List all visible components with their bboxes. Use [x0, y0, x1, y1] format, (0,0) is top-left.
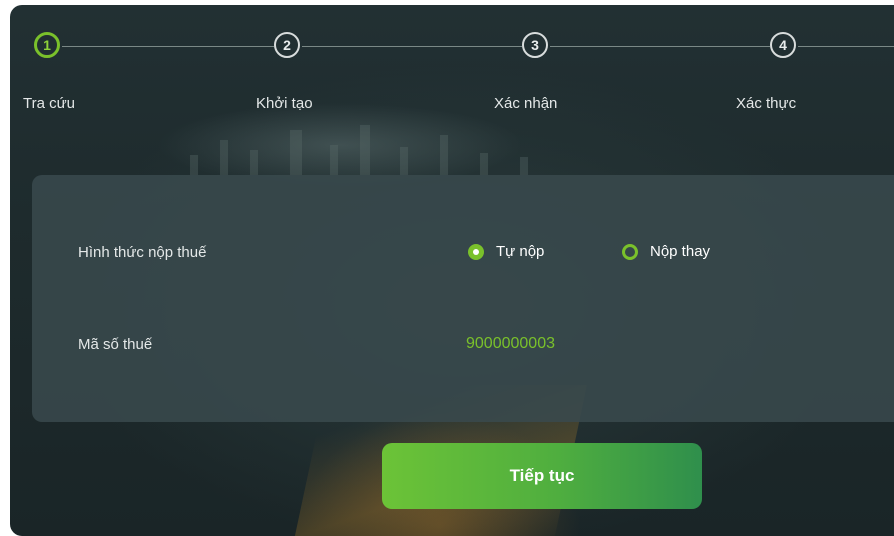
- app-frame: 1 2 3 4 Tra cứu Khởi tạo Xác nhận Xác th…: [10, 5, 894, 536]
- step-connector: [798, 46, 894, 47]
- step-connector: [302, 46, 522, 47]
- radio-pay-on-behalf-label: Nộp thay: [650, 243, 711, 260]
- tax-code-label: Mã số thuế: [78, 336, 153, 353]
- step-4-label: Xác thực: [736, 95, 797, 112]
- step-2-indicator: 2: [274, 32, 300, 58]
- step-2-label: Khởi tạo: [256, 95, 313, 112]
- step-3-indicator: 3: [522, 32, 548, 58]
- step-connector: [550, 46, 770, 47]
- radio-self-pay[interactable]: Tự nộp: [468, 243, 544, 260]
- step-1-indicator: 1: [34, 32, 60, 58]
- radio-checked-icon[interactable]: [468, 243, 484, 260]
- payment-method-label: Hình thức nộp thuế: [78, 244, 207, 261]
- step-3-label: Xác nhận: [494, 95, 558, 112]
- continue-button[interactable]: Tiếp tục: [382, 443, 702, 509]
- tax-form-panel: Hình thức nộp thuế Tự nộp Nộp thay Mã số…: [32, 175, 894, 422]
- step-1-label: Tra cứu: [23, 95, 75, 112]
- progress-stepper: 1 2 3 4 Tra cứu Khởi tạo Xác nhận Xác th…: [10, 5, 894, 115]
- radio-self-pay-label: Tự nộp: [496, 243, 545, 260]
- step-4-indicator: 4: [770, 32, 796, 58]
- radio-unchecked-icon[interactable]: [622, 243, 638, 260]
- background-cityscape: [180, 115, 560, 175]
- tax-code-value: 9000000003: [466, 335, 555, 352]
- step-connector: [62, 46, 274, 47]
- radio-pay-on-behalf[interactable]: Nộp thay: [622, 243, 710, 260]
